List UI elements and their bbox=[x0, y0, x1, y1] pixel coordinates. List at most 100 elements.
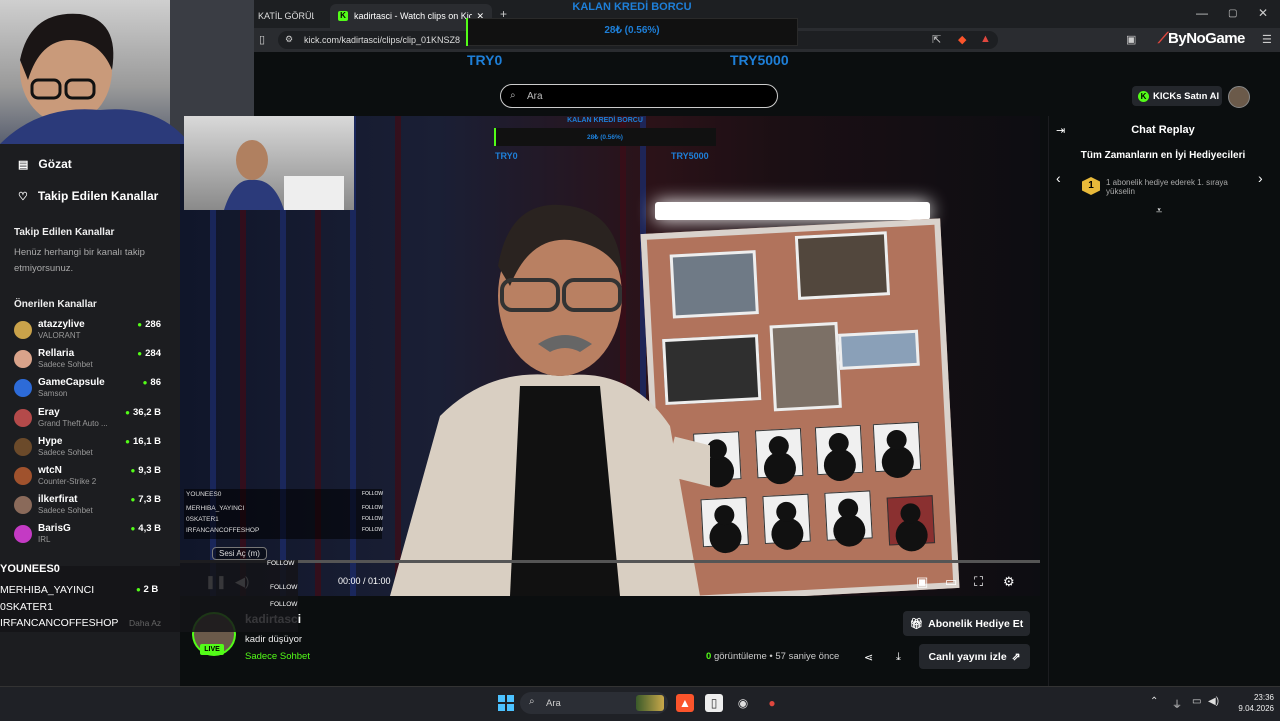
minimize-icon[interactable]: — bbox=[1196, 6, 1208, 20]
channel-category: Sadece Sohbet bbox=[38, 447, 93, 457]
channel-avatar bbox=[14, 437, 32, 456]
top-gifters-title: Tüm Zamanların en İyi Hediyecileri bbox=[1080, 150, 1246, 161]
clip-category[interactable]: Sadece Sohbet bbox=[245, 651, 310, 662]
peek-viewers: ● 2 B bbox=[136, 584, 159, 595]
channel-avatar bbox=[14, 379, 32, 398]
file-icon[interactable]: ▯ bbox=[705, 694, 723, 712]
brave-rewards-icon[interactable]: ▲ bbox=[980, 33, 991, 45]
sidebar-channel-item[interactable]: GameCapsuleSamson 86 bbox=[14, 377, 164, 405]
following-empty-text: Henüz herhangi bir kanalı takip etmiyors… bbox=[14, 247, 145, 274]
fullscreen-icon[interactable]: ⛶ bbox=[974, 574, 983, 590]
unmute-label: Sesi Aç (m) bbox=[219, 549, 260, 558]
sidebar-toggle-icon[interactable]: ▣ bbox=[1126, 33, 1136, 46]
microphone-app-icon[interactable]: ● bbox=[763, 694, 781, 712]
video-event-0: YOUNEES0 bbox=[186, 491, 222, 498]
video-follow-0: FOLLOW bbox=[362, 491, 384, 497]
channel-avatar bbox=[14, 321, 32, 339]
share-clip-icon[interactable]: ⋖ bbox=[864, 651, 873, 664]
url-text: kick.com/kadirtasci/clips/clip_01KNSZ8 bbox=[304, 35, 461, 45]
profile-avatar[interactable] bbox=[1228, 86, 1250, 108]
event-0: YOUNEES0 bbox=[0, 563, 60, 575]
sidebar-channel-item[interactable]: ilkerfiratSadece Sohbet 7,3 B bbox=[14, 494, 164, 522]
theater-icon[interactable]: ▭ bbox=[945, 574, 957, 590]
clip-stats: 0 görüntüleme • 57 saniye önce bbox=[706, 651, 840, 662]
watch-live-button[interactable]: Canlı yayını izle ⇗ bbox=[919, 644, 1030, 669]
pip-icon[interactable]: ▣ bbox=[916, 574, 928, 590]
sidebar-item-label: Takip Edilen Kanallar bbox=[37, 189, 159, 203]
gift-subscription-button[interactable]: 🎁︎ Abonelik Hediye Et bbox=[903, 611, 1030, 636]
tray-display-icon[interactable]: ▭ bbox=[1192, 696, 1201, 707]
credit-title: KALAN KREDİ BORCU bbox=[572, 1, 692, 13]
sidebar-channel-item[interactable]: RellariaSadece Sohbet 284 bbox=[14, 348, 164, 376]
video-follow-2: FOLLOW bbox=[362, 516, 384, 522]
event-2: 0SKATER1 bbox=[0, 601, 53, 613]
channel-category: Sadece Sohbet bbox=[38, 506, 93, 516]
sidebar-channel-item[interactable]: wtcNCounter-Strike 2 9,3 B bbox=[14, 465, 164, 493]
sidebar-channel-item[interactable]: atazzyliveVALORANT 286 bbox=[14, 319, 164, 347]
sidebar-channel-item[interactable]: HypeSadece Sohbet 16,1 B bbox=[14, 436, 164, 464]
restore-icon[interactable]: ▢ bbox=[1228, 8, 1237, 19]
video-progress-bar[interactable] bbox=[180, 560, 1040, 563]
channel-avatar bbox=[14, 467, 32, 485]
channel-viewers: 86 bbox=[143, 377, 161, 388]
video-event-2: 0SKATER1 bbox=[186, 516, 219, 523]
follow-tag-2: FOLLOW bbox=[270, 601, 298, 608]
credit-percent: 28₺ (0.56%) bbox=[604, 25, 660, 36]
brand-text: ByNoGame bbox=[1168, 30, 1245, 47]
channel-viewers: 9,3 B bbox=[130, 465, 161, 476]
buy-kicks-button[interactable]: K KICKs Satın Al bbox=[1132, 86, 1222, 106]
channel-viewers: 36,2 B bbox=[125, 407, 161, 418]
obs-icon[interactable]: ◉ bbox=[734, 694, 752, 712]
browse-icon: ▤ bbox=[18, 158, 29, 171]
channel-avatar bbox=[14, 496, 32, 515]
channel-name: atazzylive bbox=[38, 319, 85, 330]
site-info-icon[interactable]: ⚙ bbox=[285, 34, 293, 45]
unmute-button[interactable]: Sesi Aç (m) bbox=[212, 547, 267, 560]
channel-name: wtcN bbox=[38, 465, 62, 476]
sidebar-item-browse[interactable]: ▤ Gözat bbox=[18, 157, 72, 171]
channel-category: IRL bbox=[38, 535, 51, 545]
channel-name: Hype bbox=[38, 435, 63, 447]
bookmark-icon[interactable]: ▯ bbox=[259, 33, 265, 46]
close-window-icon[interactable]: ✕ bbox=[1258, 6, 1268, 20]
views-label: görüntüleme bbox=[713, 651, 767, 662]
channel-viewers: 286 bbox=[137, 319, 161, 330]
channel-name: BarisG bbox=[38, 523, 71, 535]
show-less-link[interactable]: Daha Az bbox=[129, 618, 161, 628]
tab-label: KATİL GÖRÜLMEDİ bbox=[258, 11, 314, 21]
channel-category: VALORANT bbox=[38, 331, 81, 340]
sidebar-channel-item[interactable]: ErayGrand Theft Auto ... 36,2 B bbox=[14, 407, 164, 435]
clock-date: 9.04.2026 bbox=[1238, 704, 1274, 713]
live-badge: LIVE bbox=[200, 644, 224, 655]
channel-viewers: 4,3 B bbox=[130, 523, 161, 534]
search-highlight-image bbox=[636, 695, 664, 711]
windows-start-icon[interactable] bbox=[498, 695, 514, 711]
expand-gifters-icon[interactable]: ⩡ bbox=[1156, 205, 1162, 218]
chevron-right-icon[interactable]: › bbox=[1258, 170, 1263, 186]
chevron-left-icon[interactable]: ‹ bbox=[1056, 170, 1061, 186]
video-follow-3: FOLLOW bbox=[362, 527, 384, 533]
event-1: MERHIBA_YAYINCI bbox=[0, 584, 95, 596]
clock[interactable]: 23:36 9.04.2026 bbox=[1218, 692, 1274, 714]
channel-avatar bbox=[14, 408, 32, 427]
channel-category: Samson bbox=[38, 389, 68, 399]
tray-chevron-icon[interactable]: ⌃ bbox=[1150, 696, 1158, 707]
brave-shield-icon[interactable]: ◆ bbox=[958, 33, 966, 46]
sidebar-item-following[interactable]: ♡ Takip Edilen Kanallar bbox=[18, 189, 158, 203]
share-icon[interactable]: ⇱ bbox=[932, 33, 941, 46]
brave-browser-icon[interactable]: ▲ bbox=[676, 694, 694, 712]
video-follow-1: FOLLOW bbox=[362, 505, 384, 511]
follow-tag-1: FOLLOW bbox=[270, 584, 298, 591]
tab-katil[interactable]: KATİL GÖRÜLMEDİ bbox=[250, 4, 322, 28]
tray-mic-icon[interactable]: ⏚ bbox=[1172, 696, 1182, 711]
search-input[interactable]: ⌕ Ara bbox=[500, 84, 778, 108]
channel-viewers: 284 bbox=[137, 348, 161, 359]
search-icon: ⌕ bbox=[510, 90, 516, 101]
video-time: 00:00 / 01:00 bbox=[338, 576, 391, 586]
search-icon: ⌕ bbox=[529, 696, 535, 707]
download-icon[interactable]: ⤓ bbox=[896, 651, 901, 664]
sidebar-channel-item[interactable]: BarisGIRL 4,3 B bbox=[14, 523, 164, 551]
menu-icon[interactable]: ☰ bbox=[1262, 33, 1272, 46]
event-3: IRFANCANCOFFESHOP bbox=[0, 617, 119, 629]
settings-icon[interactable]: ⚙ bbox=[1003, 574, 1015, 590]
